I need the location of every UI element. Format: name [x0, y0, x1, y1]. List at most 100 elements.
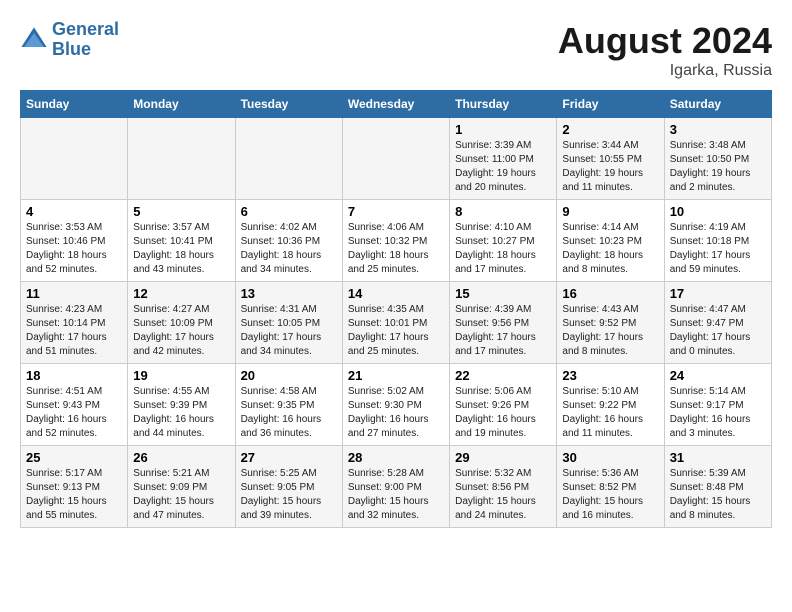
day-number: 29 [455, 450, 551, 465]
calendar-cell: 17 Sunrise: 4:47 AM Sunset: 9:47 PM Dayli… [664, 282, 771, 364]
day-info: Sunrise: 4:02 AM Sunset: 10:36 PM Daylig… [241, 221, 337, 277]
day-info: Sunrise: 4:39 AM Sunset: 9:56 PM Dayligh… [455, 303, 551, 359]
day-number: 16 [562, 286, 658, 301]
day-number: 31 [670, 450, 766, 465]
calendar-cell: 22 Sunrise: 5:06 AM Sunset: 9:26 PM Dayli… [450, 364, 557, 446]
calendar-cell [342, 118, 449, 200]
day-info: Sunrise: 5:14 AM Sunset: 9:17 PM Dayligh… [670, 385, 766, 441]
calendar-cell: 9 Sunrise: 4:14 AM Sunset: 10:23 PM Dayli… [557, 200, 664, 282]
calendar-cell: 21 Sunrise: 5:02 AM Sunset: 9:30 PM Dayli… [342, 364, 449, 446]
week-row-5: 25 Sunrise: 5:17 AM Sunset: 9:13 PM Dayli… [21, 446, 772, 528]
day-info: Sunrise: 4:55 AM Sunset: 9:39 PM Dayligh… [133, 385, 229, 441]
calendar-cell [235, 118, 342, 200]
day-info: Sunrise: 5:25 AM Sunset: 9:05 PM Dayligh… [241, 467, 337, 523]
logo-text: General Blue [52, 20, 119, 60]
calendar-cell: 3Sunrise: 3:48 AM Sunset: 10:50 PM Dayli… [664, 118, 771, 200]
day-info: Sunrise: 4:27 AM Sunset: 10:09 PM Daylig… [133, 303, 229, 359]
day-info: Sunrise: 4:51 AM Sunset: 9:43 PM Dayligh… [26, 385, 122, 441]
day-info: Sunrise: 5:39 AM Sunset: 8:48 PM Dayligh… [670, 467, 766, 523]
day-number: 1 [455, 122, 551, 137]
day-info: Sunrise: 4:58 AM Sunset: 9:35 PM Dayligh… [241, 385, 337, 441]
day-number: 23 [562, 368, 658, 383]
location: Igarka, Russia [558, 62, 772, 80]
calendar-cell: 23Sunrise: 5:10 AM Sunset: 9:22 PM Dayli… [557, 364, 664, 446]
day-number: 8 [455, 204, 551, 219]
calendar-cell: 1 Sunrise: 3:39 AM Sunset: 11:00 PM Dayli… [450, 118, 557, 200]
day-number: 13 [241, 286, 337, 301]
day-number: 26 [133, 450, 229, 465]
calendar-cell: 24Sunrise: 5:14 AM Sunset: 9:17 PM Dayli… [664, 364, 771, 446]
day-number: 19 [133, 368, 229, 383]
month-year: August 2024 [558, 20, 772, 62]
day-info: Sunrise: 4:31 AM Sunset: 10:05 PM Daylig… [241, 303, 337, 359]
calendar-cell: 7 Sunrise: 4:06 AM Sunset: 10:32 PM Dayli… [342, 200, 449, 282]
calendar-cell: 8Sunrise: 4:10 AM Sunset: 10:27 PM Dayli… [450, 200, 557, 282]
calendar-cell: 4Sunrise: 3:53 AM Sunset: 10:46 PM Dayli… [21, 200, 128, 282]
day-number: 2 [562, 122, 658, 137]
calendar-cell: 14Sunrise: 4:35 AM Sunset: 10:01 PM Dayl… [342, 282, 449, 364]
day-info: Sunrise: 5:06 AM Sunset: 9:26 PM Dayligh… [455, 385, 551, 441]
logo-line1: General [52, 19, 119, 39]
day-number: 9 [562, 204, 658, 219]
logo-icon [20, 26, 48, 54]
calendar-cell: 20 Sunrise: 4:58 AM Sunset: 9:35 PM Dayli… [235, 364, 342, 446]
day-number: 6 [241, 204, 337, 219]
day-info: Sunrise: 4:14 AM Sunset: 10:23 PM Daylig… [562, 221, 658, 277]
calendar-cell: 27 Sunrise: 5:25 AM Sunset: 9:05 PM Dayli… [235, 446, 342, 528]
calendar-cell: 5 Sunrise: 3:57 AM Sunset: 10:41 PM Dayli… [128, 200, 235, 282]
day-info: Sunrise: 3:39 AM Sunset: 11:00 PM Daylig… [455, 139, 551, 195]
calendar-cell: 2 Sunrise: 3:44 AM Sunset: 10:55 PM Dayli… [557, 118, 664, 200]
day-info: Sunrise: 5:17 AM Sunset: 9:13 PM Dayligh… [26, 467, 122, 523]
week-row-4: 18 Sunrise: 4:51 AM Sunset: 9:43 PM Dayli… [21, 364, 772, 446]
day-number: 7 [348, 204, 444, 219]
day-number: 15 [455, 286, 551, 301]
day-info: Sunrise: 3:57 AM Sunset: 10:41 PM Daylig… [133, 221, 229, 277]
day-info: Sunrise: 4:23 AM Sunset: 10:14 PM Daylig… [26, 303, 122, 359]
day-number: 27 [241, 450, 337, 465]
day-info: Sunrise: 5:36 AM Sunset: 8:52 PM Dayligh… [562, 467, 658, 523]
calendar-cell: 18 Sunrise: 4:51 AM Sunset: 9:43 PM Dayli… [21, 364, 128, 446]
day-number: 22 [455, 368, 551, 383]
weekday-header-sunday: Sunday [21, 91, 128, 118]
calendar-cell: 26Sunrise: 5:21 AM Sunset: 9:09 PM Dayli… [128, 446, 235, 528]
day-number: 21 [348, 368, 444, 383]
day-info: Sunrise: 4:06 AM Sunset: 10:32 PM Daylig… [348, 221, 444, 277]
day-number: 18 [26, 368, 122, 383]
day-number: 12 [133, 286, 229, 301]
day-number: 17 [670, 286, 766, 301]
day-info: Sunrise: 3:53 AM Sunset: 10:46 PM Daylig… [26, 221, 122, 277]
week-row-3: 11 Sunrise: 4:23 AM Sunset: 10:14 PM Dayl… [21, 282, 772, 364]
calendar-cell: 11 Sunrise: 4:23 AM Sunset: 10:14 PM Dayl… [21, 282, 128, 364]
calendar-cell: 13 Sunrise: 4:31 AM Sunset: 10:05 PM Dayl… [235, 282, 342, 364]
weekday-header-friday: Friday [557, 91, 664, 118]
day-number: 28 [348, 450, 444, 465]
day-number: 10 [670, 204, 766, 219]
weekday-header-monday: Monday [128, 91, 235, 118]
calendar-cell [128, 118, 235, 200]
day-number: 5 [133, 204, 229, 219]
day-number: 25 [26, 450, 122, 465]
day-info: Sunrise: 4:43 AM Sunset: 9:52 PM Dayligh… [562, 303, 658, 359]
calendar-cell: 28Sunrise: 5:28 AM Sunset: 9:00 PM Dayli… [342, 446, 449, 528]
weekday-header-row: SundayMondayTuesdayWednesdayThursdayFrid… [21, 91, 772, 118]
weekday-header-saturday: Saturday [664, 91, 771, 118]
day-number: 3 [670, 122, 766, 137]
calendar-cell: 15 Sunrise: 4:39 AM Sunset: 9:56 PM Dayli… [450, 282, 557, 364]
calendar-cell: 6 Sunrise: 4:02 AM Sunset: 10:36 PM Dayli… [235, 200, 342, 282]
calendar-cell: 30 Sunrise: 5:36 AM Sunset: 8:52 PM Dayli… [557, 446, 664, 528]
calendar-cell: 12 Sunrise: 4:27 AM Sunset: 10:09 PM Dayl… [128, 282, 235, 364]
day-number: 20 [241, 368, 337, 383]
weekday-header-tuesday: Tuesday [235, 91, 342, 118]
day-number: 14 [348, 286, 444, 301]
calendar-cell: 31 Sunrise: 5:39 AM Sunset: 8:48 PM Dayli… [664, 446, 771, 528]
logo: General Blue [20, 20, 119, 60]
day-info: Sunrise: 3:44 AM Sunset: 10:55 PM Daylig… [562, 139, 658, 195]
calendar-cell: 19 Sunrise: 4:55 AM Sunset: 9:39 PM Dayli… [128, 364, 235, 446]
day-number: 11 [26, 286, 122, 301]
weekday-header-wednesday: Wednesday [342, 91, 449, 118]
calendar-cell: 16 Sunrise: 4:43 AM Sunset: 9:52 PM Dayli… [557, 282, 664, 364]
day-number: 30 [562, 450, 658, 465]
calendar-cell: 25 Sunrise: 5:17 AM Sunset: 9:13 PM Dayli… [21, 446, 128, 528]
day-info: Sunrise: 5:02 AM Sunset: 9:30 PM Dayligh… [348, 385, 444, 441]
day-info: Sunrise: 4:47 AM Sunset: 9:47 PM Dayligh… [670, 303, 766, 359]
